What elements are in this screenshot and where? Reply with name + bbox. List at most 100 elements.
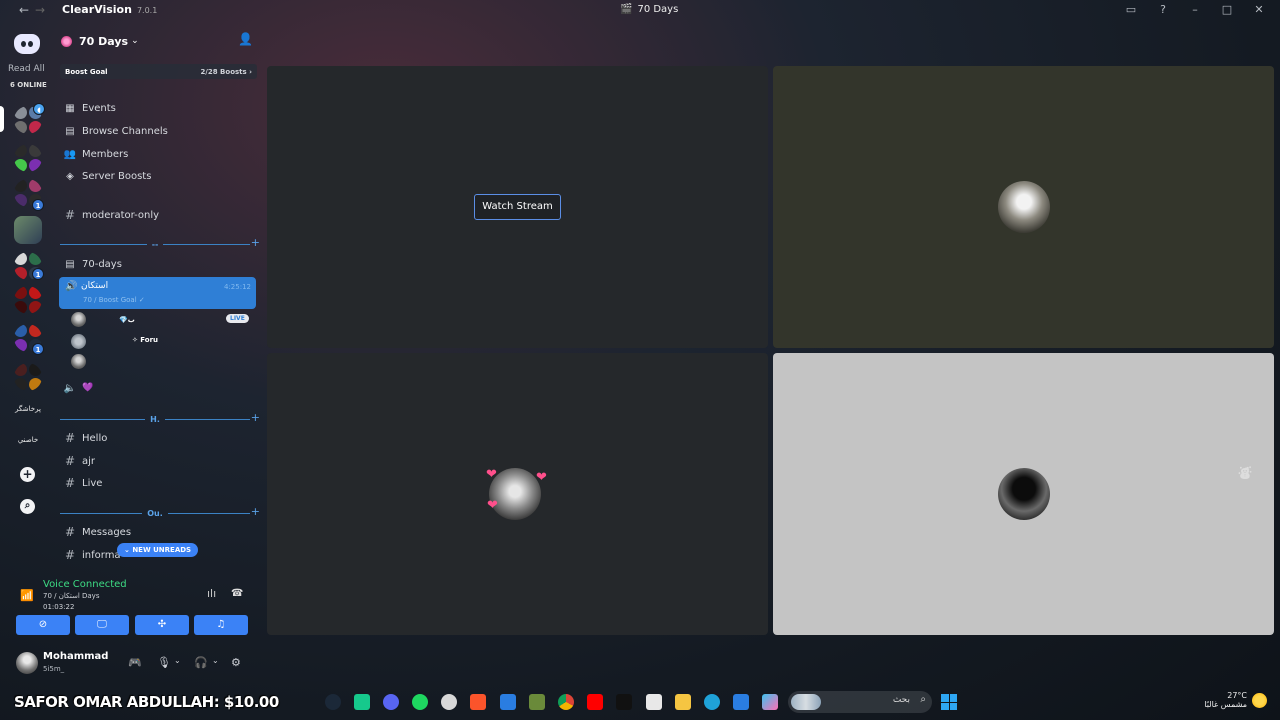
spotify-icon[interactable] <box>412 694 428 710</box>
maximize-icon[interactable]: □ <box>1220 3 1234 16</box>
minecraft-icon[interactable] <box>529 694 545 710</box>
close-icon[interactable]: ✕ <box>1252 3 1266 16</box>
add-server-button[interactable]: + <box>20 467 35 482</box>
forward-arrow-icon[interactable]: → <box>34 3 46 17</box>
activities-button[interactable]: ✣ <box>135 615 189 635</box>
nav-members[interactable]: 👥 Members <box>63 145 129 163</box>
channel-70-days[interactable]: ▤ 70-days <box>63 255 122 273</box>
steam-icon[interactable] <box>325 694 341 710</box>
hash-icon: # <box>64 431 76 445</box>
signal-icon[interactable]: 📶 <box>20 589 34 602</box>
nav-server-boosts[interactable]: ◈ Server Boosts <box>63 167 151 185</box>
app-icon[interactable] <box>500 694 516 710</box>
noise-suppression-icon[interactable]: ılı <box>207 587 216 600</box>
voice-channel-2[interactable]: 🔈 💜 <box>63 379 93 397</box>
server-mcs[interactable] <box>14 216 42 244</box>
voice-user-avatar[interactable] <box>71 354 86 369</box>
disconnect-icon[interactable]: ☎ <box>231 588 243 599</box>
soundboard-button[interactable]: ♫ <box>194 615 248 635</box>
back-arrow-icon[interactable]: ← <box>18 3 30 17</box>
user-panel: Mohammad 5i5m_ 🎮 🎙 ⌄ 🎧 ⌄ ⚙ <box>0 645 265 681</box>
server-header[interactable]: 70 Days ⌄ 👤 <box>61 28 261 54</box>
add-channel-icon[interactable]: + <box>251 505 260 518</box>
invite-people-icon[interactable]: 👤 <box>238 32 253 46</box>
voice-user-avatar[interactable] <box>71 334 86 349</box>
copilot-icon[interactable] <box>762 694 778 710</box>
screen-share-icon: 🖵 <box>97 619 107 630</box>
discord-icon[interactable] <box>383 694 399 710</box>
channel-live[interactable]: # Live <box>63 474 102 492</box>
app-version: 7.0.1 <box>136 6 158 15</box>
clapper-icon: 🎬 <box>620 4 633 15</box>
watch-stream-button[interactable]: Watch Stream <box>474 194 561 220</box>
screen-share-button[interactable]: 🖵 <box>75 615 129 635</box>
nav-events[interactable]: ▦ Events <box>63 99 116 117</box>
heart-decoration-icon: ❤ <box>486 467 497 482</box>
voice-connected-title[interactable]: Voice Connected <box>43 579 127 590</box>
channel-messages[interactable]: # Messages <box>63 523 131 541</box>
boost-gem-icon: ◈ <box>66 170 74 182</box>
mail-icon[interactable] <box>733 694 749 710</box>
server-text-2[interactable]: خاصني <box>8 436 48 444</box>
voice-connected-channel[interactable]: 70 / استكان Days <box>43 592 99 600</box>
server-folder-7[interactable] <box>14 363 42 391</box>
voice-channel-2-label: 💜 <box>82 383 94 393</box>
add-channel-icon[interactable]: + <box>251 411 260 424</box>
help-icon[interactable]: ? <box>1156 3 1170 16</box>
channel-hello[interactable]: # Hello <box>63 429 107 447</box>
camera-off-button[interactable]: ⊘ <box>16 615 70 635</box>
window-title: 🎬 70 Days <box>620 4 678 15</box>
tiktok-icon[interactable] <box>616 694 632 710</box>
discord-home-icon[interactable] <box>14 34 40 54</box>
discover-compass-icon[interactable]: ⌕ <box>20 499 35 514</box>
server-text-1[interactable]: پرخاشگر <box>8 405 48 413</box>
user-avatar[interactable] <box>16 652 38 674</box>
voice-channel-active[interactable]: 🔊 استكان 4:25:12 70 / Boost Goal ✓ <box>59 277 256 309</box>
chevron-down-icon[interactable]: ⌄ <box>174 656 181 665</box>
channel-sidebar: 70 Days ⌄ 👤 Boost Goal 2/28 Boosts › ▦ E… <box>55 24 265 574</box>
user-silhouette-icon[interactable]: ⛇ <box>1238 462 1252 483</box>
obs-icon[interactable] <box>441 694 457 710</box>
gear-icon[interactable]: ⚙ <box>231 656 241 669</box>
channel-label: 70-days <box>82 258 122 270</box>
channel-information[interactable]: # informa <box>63 546 121 564</box>
file-explorer-icon[interactable] <box>675 694 691 710</box>
voice-channel-name: استكان <box>81 281 109 291</box>
windows-start-icon[interactable] <box>941 694 957 710</box>
channel-moderator-only[interactable]: # moderator-only <box>63 206 159 224</box>
participant-avatar <box>998 181 1050 233</box>
category-divider-3[interactable]: Ou. + <box>60 505 260 519</box>
server-folder-5[interactable] <box>14 286 42 314</box>
hash-icon: # <box>64 476 76 490</box>
server-folder-2[interactable] <box>14 144 42 172</box>
brave-icon[interactable] <box>470 694 486 710</box>
chevron-down-icon[interactable]: ⌄ <box>212 656 219 665</box>
category-divider-2[interactable]: H. + <box>60 411 260 425</box>
edge-icon[interactable] <box>704 694 720 710</box>
read-all-button[interactable]: Read All <box>8 64 45 74</box>
new-unreads-button[interactable]: ⌄ NEW UNREADS <box>117 543 199 557</box>
camera-off-icon: ⊘ <box>38 619 48 630</box>
add-channel-icon[interactable]: + <box>251 236 260 249</box>
microphone-icon[interactable]: 🎙 <box>157 656 171 669</box>
chrome-icon[interactable] <box>558 694 574 710</box>
headphones-icon[interactable]: 🎧 <box>194 656 208 669</box>
voice-user-avatar[interactable] <box>71 312 86 327</box>
channel-ajr[interactable]: # ajr <box>63 452 95 470</box>
youtube-icon[interactable] <box>587 694 603 710</box>
nav-browse-channels[interactable]: ▤ Browse Channels <box>63 122 168 140</box>
temperature: 27°C <box>1227 691 1247 700</box>
inbox-icon[interactable]: ▭ <box>1124 3 1138 16</box>
store-icon[interactable] <box>646 694 662 710</box>
category-divider-1[interactable]: -- + <box>60 236 260 250</box>
boost-goal-bar[interactable]: Boost Goal 2/28 Boosts › <box>60 64 257 79</box>
taskbar-search[interactable]: بحث ⌕ <box>788 691 932 713</box>
weather-widget[interactable]: 27°C مشمس غالبًا <box>1203 691 1247 709</box>
game-app-icon[interactable] <box>354 694 370 710</box>
channel-label: Live <box>82 477 103 489</box>
channel-label: ajr <box>82 455 96 467</box>
user-name[interactable]: Mohammad <box>43 651 108 662</box>
gamepad-icon[interactable]: 🎮 <box>128 656 142 669</box>
voice-connected-timer: 01:03:22 <box>43 603 75 611</box>
minimize-icon[interactable]: – <box>1188 3 1202 16</box>
